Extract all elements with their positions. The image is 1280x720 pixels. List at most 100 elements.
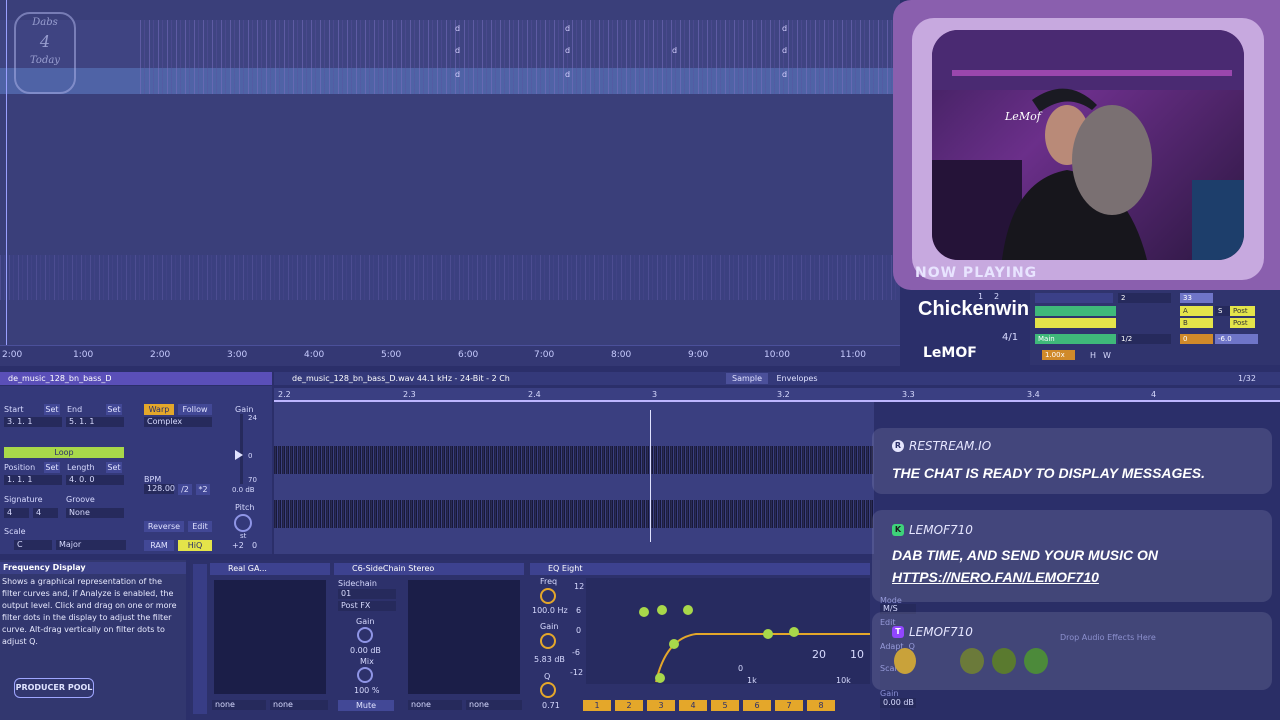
signature-denominator[interactable]: 4 xyxy=(33,508,58,518)
eq-band-2[interactable]: 2 xyxy=(615,700,643,711)
eq-band-6[interactable]: 6 xyxy=(743,700,771,711)
device-select[interactable]: none xyxy=(466,700,522,710)
device-title[interactable]: C6-SideChain Stereo xyxy=(334,563,524,575)
start-set-button[interactable]: Set xyxy=(44,404,60,415)
tab-envelopes[interactable]: Envelopes xyxy=(774,373,820,384)
scale-root-select[interactable]: C xyxy=(14,540,52,550)
chat-message: R RESTREAM.IO THE CHAT IS READY TO DISPL… xyxy=(872,428,1272,494)
mixer-strip[interactable]: 1 2 4/1 Main 2 1/2 33 A B 0 S Post Post … xyxy=(978,290,1280,365)
sample-file-info: de_music_128_bn_bass_D.wav 44.1 kHz - 24… xyxy=(292,374,510,383)
edit-button[interactable]: Edit xyxy=(188,521,212,532)
eq-scale-tick: 0 xyxy=(576,626,582,635)
sample-header: de_music_128_bn_bass_D.wav 44.1 kHz - 24… xyxy=(274,372,1280,385)
input-channel[interactable] xyxy=(1035,306,1116,316)
solo-button[interactable]: S xyxy=(1215,306,1230,316)
sample-ruler[interactable]: 2.2 2.3 2.4 3 3.2 3.3 3.4 4 xyxy=(274,388,1280,402)
loop-button[interactable]: Loop xyxy=(4,447,124,458)
ruler-tick: 3.4 xyxy=(1027,390,1040,399)
mute-button[interactable]: Mute xyxy=(338,700,394,711)
chat-username: LEMOF710 xyxy=(909,523,973,537)
signature-numerator[interactable]: 4 xyxy=(4,508,29,518)
warp-mode-select[interactable]: Complex xyxy=(144,417,212,427)
sidechain-source[interactable]: 01 xyxy=(338,589,396,599)
eq-output-gain[interactable]: 0.00 dB xyxy=(880,698,916,708)
clip-marker: d xyxy=(455,46,461,55)
reverse-button[interactable]: Reverse xyxy=(144,521,184,532)
eq-band-1[interactable]: 1 xyxy=(583,700,611,711)
send-b[interactable]: B xyxy=(1180,318,1213,328)
gain-knob[interactable] xyxy=(357,627,373,643)
warp-button[interactable]: Warp xyxy=(144,404,174,415)
ruler-tick: 8:00 xyxy=(611,350,632,360)
output-routing[interactable]: 1/2 xyxy=(1118,334,1171,344)
double-bpm-button[interactable]: *2 xyxy=(196,484,210,495)
eq-gain-knob[interactable] xyxy=(540,633,556,649)
pitch-knob[interactable] xyxy=(234,514,252,532)
ruler-tick: 10:00 xyxy=(764,350,790,360)
gain-slider-handle[interactable] xyxy=(235,450,243,460)
eq-freq-knob[interactable] xyxy=(540,588,556,604)
length-field[interactable]: 4. 0. 0 xyxy=(66,475,124,485)
time-ruler[interactable]: 2:00 1:00 2:00 3:00 4:00 5:00 6:00 7:00 … xyxy=(0,345,900,366)
h-button[interactable]: H xyxy=(1090,351,1096,360)
hiq-button[interactable]: HiQ xyxy=(178,540,212,551)
ruler-tick: 3 xyxy=(652,390,658,399)
gain-slider[interactable] xyxy=(240,414,243,484)
bpm-field[interactable]: 128.00 xyxy=(144,484,175,494)
arrangement-view[interactable]: d d d d d d d d d d xyxy=(0,0,900,345)
half-bpm-button[interactable]: /2 xyxy=(178,484,192,495)
device-select[interactable]: none xyxy=(270,700,328,710)
clip-name[interactable]: de_music_128_bn_bass_D xyxy=(0,372,272,385)
chat-link[interactable]: HTTPS://NERO.FAN/LEMOF710 xyxy=(892,566,1099,588)
groove-select[interactable]: None xyxy=(66,508,124,518)
clip-marker: d xyxy=(455,24,461,33)
device-title[interactable]: Real GA... xyxy=(210,563,330,575)
eq-frequency-display[interactable] xyxy=(586,578,870,684)
pitch-value[interactable]: +2 xyxy=(232,541,244,550)
monitor-in[interactable] xyxy=(1035,318,1116,328)
eq-band-5[interactable]: 5 xyxy=(711,700,739,711)
ram-button[interactable]: RAM xyxy=(144,540,174,551)
w-button[interactable]: W xyxy=(1103,351,1111,360)
volume-field[interactable]: 0 xyxy=(1180,334,1213,344)
device-select[interactable]: none xyxy=(212,700,266,710)
tempo-multiplier[interactable]: 1.00x xyxy=(1042,350,1075,360)
eq-gain-value: 5.83 dB xyxy=(534,655,565,664)
send-a[interactable]: A xyxy=(1180,306,1213,316)
device-title[interactable]: EQ Eight xyxy=(530,563,870,575)
sidechain-label: Sidechain xyxy=(338,579,377,588)
pitch-fine[interactable]: 0 xyxy=(252,541,257,550)
mix-knob[interactable] xyxy=(357,667,373,683)
send-value[interactable]: 33 xyxy=(1180,293,1213,303)
scale-mode-select[interactable]: Major xyxy=(56,540,126,550)
eq-band-8[interactable]: 8 xyxy=(807,700,835,711)
start-field[interactable]: 3. 1. 1 xyxy=(4,417,62,427)
length-set-button[interactable]: Set xyxy=(106,462,122,473)
waveform-display[interactable] xyxy=(274,402,874,554)
end-field[interactable]: 5. 1. 1 xyxy=(66,417,124,427)
post-button[interactable]: Post xyxy=(1230,318,1255,328)
eq-band-7[interactable]: 7 xyxy=(775,700,803,711)
start-label: Start xyxy=(4,405,24,414)
input-type[interactable] xyxy=(1035,293,1113,303)
grid-quantize[interactable]: 1/32 xyxy=(1238,374,1256,383)
track-number[interactable]: 2 xyxy=(1118,293,1171,303)
groove-label: Groove xyxy=(66,495,95,504)
device-select[interactable]: none xyxy=(408,700,462,710)
sidechain-tap[interactable]: Post FX xyxy=(338,601,396,611)
eq-band-3[interactable]: 3 xyxy=(647,700,675,711)
end-set-button[interactable]: Set xyxy=(106,404,122,415)
ruler-tick: 11:00 xyxy=(840,350,866,360)
position-field[interactable]: 1. 1. 1 xyxy=(4,475,62,485)
tab-sample[interactable]: Sample xyxy=(726,373,768,384)
eq-band-4[interactable]: 4 xyxy=(679,700,707,711)
waveform-right-channel xyxy=(274,500,874,528)
post-button[interactable]: Post xyxy=(1230,306,1255,316)
output-main[interactable]: Main xyxy=(1035,334,1116,344)
pan-field[interactable]: -6.0 xyxy=(1215,334,1258,344)
follow-button[interactable]: Follow xyxy=(178,404,212,415)
clip-region[interactable] xyxy=(0,255,900,300)
ruler-tick: 1:00 xyxy=(73,350,94,360)
position-set-button[interactable]: Set xyxy=(44,462,60,473)
eq-q-knob[interactable] xyxy=(540,682,556,698)
